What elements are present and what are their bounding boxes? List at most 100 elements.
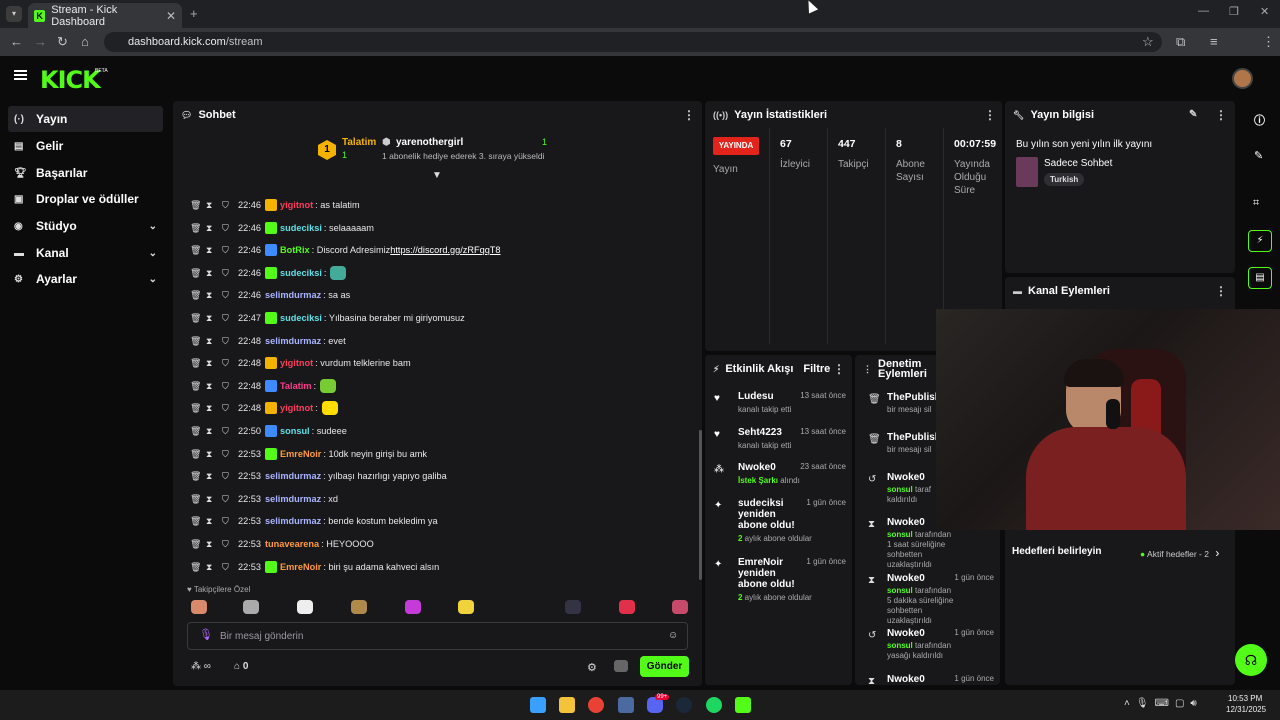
browser-tab[interactable]: K Stream - Kick Dashboard ✕ (28, 3, 182, 28)
timeout-icon[interactable]: ⧗ (206, 539, 222, 550)
ban-icon[interactable]: ⛉ (222, 516, 232, 527)
media-controls-icon[interactable]: ≡ (1210, 34, 1218, 49)
message-username[interactable]: sudeciksi (280, 223, 322, 233)
emote-item[interactable] (297, 600, 313, 614)
chat-message[interactable]: 🗑︎ ⧗ ⛉ 22:53 selimdurmaz: bende kostum bekle… (190, 513, 438, 529)
emote-item[interactable] (191, 600, 207, 614)
chat-message[interactable]: 🗑︎ ⧗ ⛉ 22:48 yigitnot: vurdum telklerine bam (190, 355, 411, 371)
chat-message[interactable]: 🗑︎ ⧗ ⛉ 22:48 selimdurmaz: evet (190, 333, 346, 349)
chat-message[interactable]: 🗑︎ ⧗ ⛉ 22:47 sudeciksi: Yılbasina beraber mi… (190, 310, 465, 326)
delete-message-icon[interactable]: 🗑︎ (190, 471, 206, 482)
message-username[interactable]: selimdurmaz (265, 471, 321, 481)
points-chip[interactable]: ⌂ 0 (234, 661, 248, 672)
delete-message-icon[interactable]: 🗑︎ (190, 290, 206, 301)
close-window-button[interactable]: ✕ (1260, 5, 1269, 18)
ban-icon[interactable]: ⛉ (222, 449, 232, 460)
hamburger-menu-icon[interactable] (14, 70, 27, 80)
delete-message-icon[interactable]: 🗑︎ (190, 449, 206, 460)
moderation-item[interactable]: ⧗ Nwoke0 1 gün önce (862, 674, 994, 684)
ban-icon[interactable]: ⛉ (222, 223, 232, 234)
message-username[interactable]: yigitnot (280, 358, 313, 368)
actions-menu-icon[interactable]: ⋮ (1215, 284, 1227, 298)
tray-icons[interactable]: ˄🎙︎⌨▢🔊︎ (1124, 698, 1203, 709)
emote-item[interactable] (458, 600, 474, 614)
bookmark-star-icon[interactable]: ☆ (1142, 34, 1154, 50)
crop-icon[interactable]: ⌗ (1253, 197, 1259, 210)
delete-message-icon[interactable]: 🗑︎ (190, 336, 206, 347)
message-link[interactable]: https://discord.gg/zRFqqT8 (390, 245, 500, 255)
delete-message-icon[interactable]: 🗑︎ (190, 223, 206, 234)
minimize-window-button[interactable]: — (1198, 5, 1209, 17)
delete-message-icon[interactable]: 🗑︎ (190, 426, 206, 437)
sidebar-item-kanal[interactable]: ▬ Kanal ⌄ (8, 240, 163, 266)
extensions-icon[interactable]: ⧉ (1176, 34, 1185, 50)
home-icon[interactable]: ⌂ (81, 34, 89, 49)
kick-app-icon[interactable] (735, 697, 751, 713)
timeout-icon[interactable]: ⧗ (206, 200, 222, 211)
support-headset-button[interactable]: ☊ (1235, 644, 1267, 676)
message-username[interactable]: selimdurmaz (265, 290, 321, 300)
windows-start-icon[interactable] (530, 697, 546, 713)
timeout-icon[interactable]: ⧗ (206, 336, 222, 347)
active-goals[interactable]: ● Aktif hedefler - 2 › (1140, 546, 1219, 560)
message-username[interactable]: Talatim (280, 381, 311, 391)
kick-logo[interactable]: KICK (40, 66, 101, 94)
ban-icon[interactable]: ⛉ (222, 562, 232, 573)
collapse-pinned-icon[interactable]: ▼ (432, 170, 442, 181)
chat-message[interactable]: 🗑︎ ⧗ ⛉ 22:50 sonsul: sudeee (190, 423, 347, 439)
url-field[interactable]: dashboard.kick.com/stream (104, 32, 1162, 52)
moderation-item[interactable]: ↺ Nwoke0 sonsul tarafından yasağı kaldırıl… (862, 628, 994, 661)
activity-item[interactable]: ⁂ Nwoke0 İstek Şarkı alındı 23 saat önce (714, 462, 846, 485)
timeout-icon[interactable]: ⧗ (206, 562, 222, 573)
forward-icon[interactable]: → (34, 34, 47, 49)
steam-icon[interactable] (676, 697, 692, 713)
sidebar-item-yayin[interactable]: (·) Yayın (8, 106, 163, 132)
message-username[interactable]: EmreNoir (280, 449, 321, 459)
ban-icon[interactable]: ⛉ (222, 313, 232, 324)
delete-message-icon[interactable]: 🗑︎ (190, 562, 206, 573)
timeout-icon[interactable]: ⧗ (206, 381, 222, 392)
send-button[interactable]: Gönder (640, 656, 689, 677)
user-avatar[interactable] (1232, 68, 1253, 89)
timeout-icon[interactable]: ⧗ (206, 223, 222, 234)
quick-action-bolt-button[interactable]: ⚡︎ (1248, 230, 1272, 252)
chat-settings-icon[interactable]: ⚙ (587, 661, 597, 674)
ban-icon[interactable]: ⛉ (222, 471, 232, 482)
delete-message-icon[interactable]: 🗑︎ (190, 245, 206, 256)
message-username[interactable]: sudeciksi (280, 268, 322, 278)
ban-icon[interactable]: ⛉ (222, 245, 232, 256)
activity-item[interactable]: ♥ Seht4223 kanalı takip etti 13 saat önce (714, 427, 846, 450)
chat-message[interactable]: 🗑︎ ⧗ ⛉ 22:48 Talatim: (190, 378, 337, 394)
timeout-icon[interactable]: ⧗ (206, 268, 222, 279)
timeout-icon[interactable]: ⧗ (206, 245, 222, 256)
info-menu-icon[interactable]: ⋮ (1215, 108, 1227, 122)
chat-message[interactable]: 🗑︎ ⧗ ⛉ 22:53 tunavearena: HEYOOOO (190, 536, 374, 552)
timeout-icon[interactable]: ⧗ (206, 471, 222, 482)
language-tag[interactable]: Turkish (1044, 173, 1085, 186)
ban-icon[interactable]: ⛉ (222, 200, 232, 211)
new-tab-button[interactable]: + (190, 6, 198, 21)
chat-message[interactable]: 🗑︎ ⧗ ⛉ 22:46 sudeciksi: selaaaaam (190, 220, 374, 236)
ban-icon[interactable]: ⛉ (222, 539, 232, 550)
timeout-icon[interactable]: ⧗ (206, 313, 222, 324)
timeout-icon[interactable]: ⧗ (206, 494, 222, 505)
chat-message[interactable]: 🗑︎ ⧗ ⛉ 22:46 BotRix: Discord Adresimiz https… (190, 242, 501, 258)
stats-menu-icon[interactable]: ⋮ (984, 108, 996, 122)
sidebar-item-droplar[interactable]: ▣ Droplar ve ödüller (8, 186, 163, 212)
ban-icon[interactable]: ⛉ (222, 290, 232, 301)
message-username[interactable]: tunavearena (265, 539, 319, 549)
timeout-icon[interactable]: ⧗ (206, 426, 222, 437)
message-username[interactable]: EmreNoir (280, 562, 321, 572)
message-username[interactable]: selimdurmaz (265, 516, 321, 526)
chat-message[interactable]: 🗑︎ ⧗ ⛉ 22:53 EmreNoir: biri şu adama kahveci… (190, 559, 439, 575)
delete-message-icon[interactable]: 🗑︎ (190, 516, 206, 527)
app-icon[interactable] (618, 697, 634, 713)
delete-message-icon[interactable]: 🗑︎ (190, 313, 206, 324)
chat-menu-icon[interactable]: ⋮ (683, 108, 695, 122)
back-icon[interactable]: ← (10, 34, 23, 49)
emote-item[interactable] (619, 600, 635, 614)
emote-gift-icon[interactable] (614, 660, 628, 672)
chat-scrollbar[interactable] (699, 430, 702, 580)
emote-item[interactable] (672, 600, 688, 614)
chat-message[interactable]: 🗑︎ ⧗ ⛉ 22:53 EmreNoir: 10dk neyin girişi bu … (190, 446, 427, 462)
